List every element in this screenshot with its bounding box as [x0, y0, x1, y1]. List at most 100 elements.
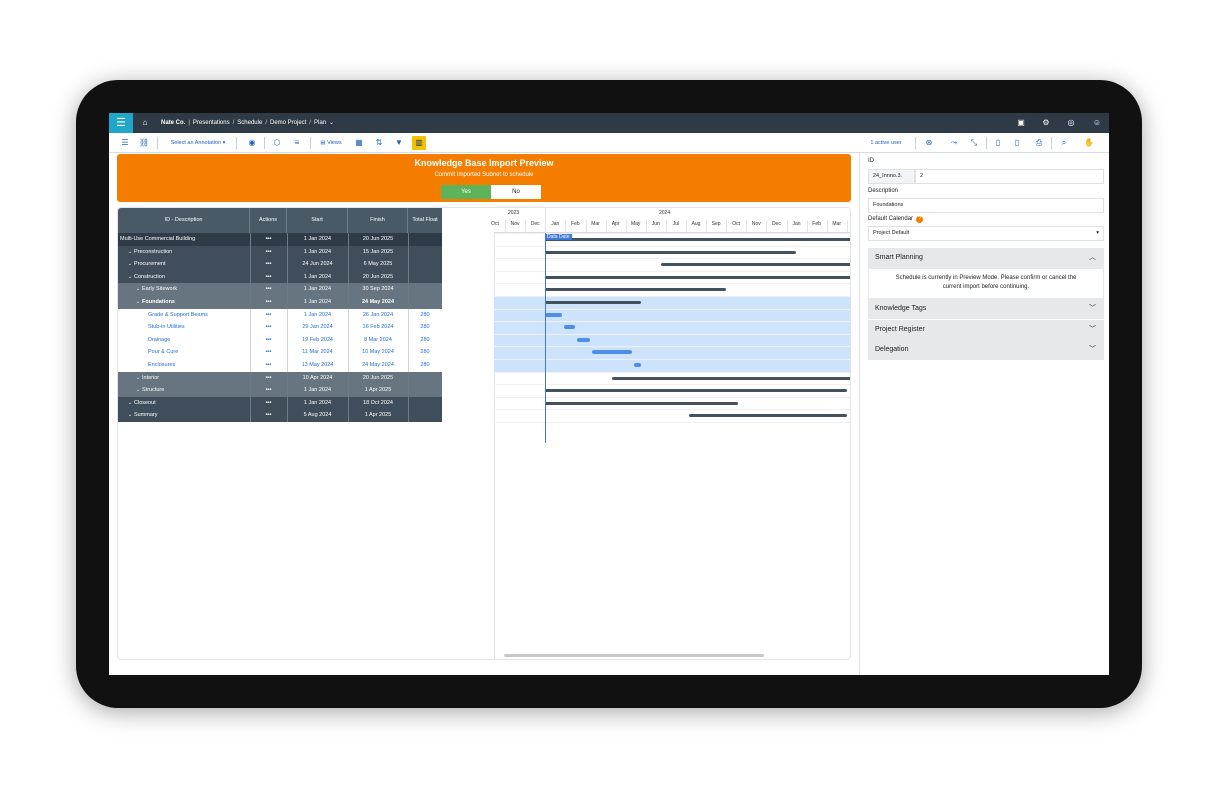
breadcrumb-schedule[interactable]: Schedule: [237, 120, 262, 126]
chevron-down-icon[interactable]: ⌄: [134, 283, 142, 296]
row-description[interactable]: ⌄ Preconstruction: [118, 246, 250, 259]
table-row[interactable]: Enclosures ••• 13 May 2024 24 May 2024 280: [118, 359, 442, 372]
table-row[interactable]: ⌄ Preconstruction ••• 1 Jan 2024 15 Jan 2025: [118, 245, 442, 259]
chevron-down-icon[interactable]: ⌄: [126, 246, 134, 259]
gantt-bar[interactable]: [661, 263, 850, 267]
row-actions-button[interactable]: •••: [250, 384, 287, 397]
gantt-bar[interactable]: [611, 376, 850, 380]
project-register-section[interactable]: Project Register ﹀: [868, 320, 1104, 340]
calendar-icon[interactable]: ▣: [1013, 113, 1029, 133]
description-field[interactable]: Foundations: [868, 198, 1104, 213]
id-field[interactable]: 2: [915, 169, 1104, 184]
globe-icon[interactable]: ◎: [1063, 113, 1079, 133]
column-header-total-float[interactable]: Total Float: [408, 208, 442, 233]
chevron-down-icon[interactable]: ⌄: [329, 120, 334, 126]
gantt-bar[interactable]: [592, 350, 632, 355]
chevron-down-icon[interactable]: ⌄: [126, 409, 134, 422]
row-description[interactable]: Stub-in Utilities: [118, 321, 250, 334]
column-header-actions[interactable]: Actions: [250, 208, 287, 233]
gear-icon[interactable]: ⚙: [1038, 113, 1054, 133]
row-actions-button[interactable]: •••: [250, 283, 287, 296]
search-icon[interactable]: ⌕: [1058, 136, 1070, 150]
row-actions-button[interactable]: •••: [250, 409, 287, 422]
breadcrumb-presentations[interactable]: Presentations: [193, 120, 230, 126]
table-row[interactable]: Stub-in Utilities ••• 29 Jan 2024 16 Feb 20…: [118, 321, 442, 334]
gantt-bar[interactable]: [545, 301, 642, 304]
table-row[interactable]: ⌄ Early Sitework ••• 1 Jan 2024 30 Sep 2024: [118, 283, 442, 296]
row-description[interactable]: ⌄ Construction: [118, 271, 250, 284]
column-header-start[interactable]: Start: [287, 208, 348, 233]
breadcrumb-company[interactable]: Nate Co.: [161, 120, 185, 126]
row-description[interactable]: ⌄ Structure: [118, 384, 250, 397]
gantt-bar[interactable]: [688, 414, 847, 418]
row-actions-button[interactable]: •••: [250, 321, 287, 334]
gantt-bar[interactable]: [545, 250, 796, 254]
row-actions-button[interactable]: •••: [250, 397, 287, 410]
table-row[interactable]: ⌄ Interior ••• 10 Apr 2024 20 Jun 2025: [118, 371, 442, 385]
table-row[interactable]: ⌄ Construction ••• 1 Jan 2024 20 Jun 2025: [118, 270, 442, 284]
column-header-id[interactable]: ID - Description: [118, 208, 250, 233]
row-description[interactable]: ⌄ Foundations: [118, 296, 250, 309]
column-header-finish[interactable]: Finish: [348, 208, 408, 233]
hamburger-menu-icon[interactable]: ☰: [109, 113, 133, 133]
row-actions-button[interactable]: •••: [250, 296, 287, 309]
row-description[interactable]: ⌄ Closeout: [118, 397, 250, 410]
row-description[interactable]: ⌄ Procurement: [118, 258, 250, 271]
breadcrumb-plan[interactable]: Plan: [314, 120, 326, 126]
eye-icon[interactable]: ◉: [246, 136, 258, 150]
active-users-label[interactable]: 1 active user: [865, 136, 907, 150]
table-row[interactable]: ⌄ Closeout ••• 1 Jan 2024 18 Oct 2024: [118, 396, 442, 410]
table-row[interactable]: Multi-Use Commercial Building ••• 1 Jan 20…: [118, 233, 442, 246]
home-icon[interactable]: ⌂: [137, 113, 153, 133]
no-button[interactable]: No: [491, 185, 541, 199]
chevron-down-icon[interactable]: ⌄: [134, 372, 142, 385]
user-icon[interactable]: ☺: [1089, 113, 1105, 133]
chevron-down-icon[interactable]: ⌄: [126, 258, 134, 271]
gantt-bar[interactable]: [545, 312, 563, 317]
help-icon[interactable]: ?: [916, 216, 924, 223]
data-date-line[interactable]: [545, 233, 546, 443]
print-icon[interactable]: ⎙: [1033, 136, 1045, 150]
row-description[interactable]: Enclosures: [118, 359, 250, 372]
outline-icon[interactable]: ☰: [119, 136, 131, 150]
collapse-icon[interactable]: ⤡: [968, 136, 980, 150]
gantt-bar[interactable]: [545, 401, 738, 405]
gantt-bar[interactable]: [545, 389, 847, 393]
list-icon[interactable]: ▦: [353, 136, 365, 150]
gantt-bar[interactable]: [545, 275, 850, 279]
gantt-bar[interactable]: [564, 325, 576, 330]
document-export-icon[interactable]: ▯: [1011, 136, 1023, 150]
yes-button[interactable]: Yes: [441, 185, 491, 199]
hand-icon[interactable]: ✋: [1083, 136, 1095, 150]
table-row[interactable]: Pour & Cure ••• 11 Mar 2024 10 May 2024 280: [118, 346, 442, 359]
row-description[interactable]: Drainage: [118, 334, 250, 347]
row-description[interactable]: Pour & Cure: [118, 346, 250, 359]
row-description[interactable]: ⌄ Early Sitework: [118, 283, 250, 296]
document-icon[interactable]: ▯: [992, 136, 1004, 150]
table-row[interactable]: Drainage ••• 19 Feb 2024 8 Mar 2024 280: [118, 333, 442, 347]
gantt-bar[interactable]: [545, 288, 726, 292]
aperture-icon[interactable]: ⊛: [923, 136, 935, 150]
horizontal-scrollbar[interactable]: [504, 654, 764, 657]
table-row[interactable]: ⌄ Summary ••• 5 Aug 2024 1 Apr 2025: [118, 409, 442, 422]
row-description[interactable]: Grade & Support Beams: [118, 309, 250, 322]
filter-icon[interactable]: ▼: [393, 136, 405, 150]
row-actions-button[interactable]: •••: [250, 309, 287, 322]
row-actions-button[interactable]: •••: [250, 246, 287, 259]
chevron-down-icon[interactable]: ⌄: [126, 397, 134, 410]
smart-planning-section[interactable]: Smart Planning ︿: [868, 248, 1104, 268]
row-actions-button[interactable]: •••: [250, 372, 287, 385]
calendar-select[interactable]: Project Default ▾: [868, 226, 1104, 241]
cube-icon[interactable]: ⬡: [271, 136, 283, 150]
link-icon[interactable]: ⛓: [138, 136, 150, 150]
row-actions-button[interactable]: •••: [250, 334, 287, 347]
row-actions-button[interactable]: •••: [250, 271, 287, 284]
row-actions-button[interactable]: •••: [250, 258, 287, 271]
knowledge-tags-section[interactable]: Knowledge Tags ﹀: [868, 299, 1104, 319]
row-description[interactable]: Multi-Use Commercial Building: [118, 233, 250, 246]
row-actions-button[interactable]: •••: [250, 359, 287, 372]
columns-toggle-icon[interactable]: ▥: [412, 136, 426, 150]
row-description[interactable]: ⌄ Summary: [118, 409, 250, 422]
row-actions-button[interactable]: •••: [250, 233, 287, 246]
table-row[interactable]: ⌄ Structure ••• 1 Jan 2024 1 Apr 2025: [118, 384, 442, 397]
